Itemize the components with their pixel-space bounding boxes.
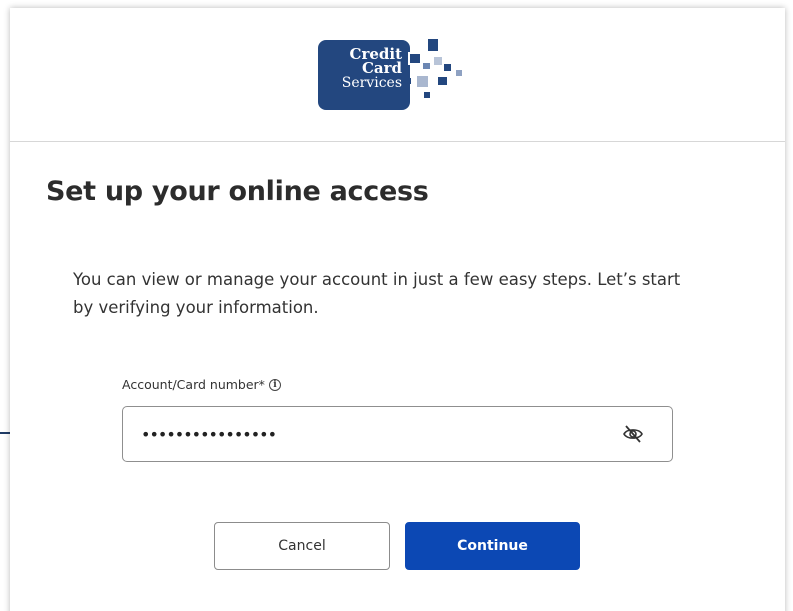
logo-square (456, 70, 462, 76)
eye-slash-icon[interactable] (622, 424, 644, 444)
page-title: Set up your online access (46, 176, 429, 207)
logo-square (422, 90, 432, 100)
logo-square (444, 64, 451, 71)
info-icon[interactable]: i (268, 378, 281, 391)
cancel-button[interactable]: Cancel (214, 522, 390, 570)
account-number-input[interactable] (141, 419, 601, 449)
account-number-field[interactable] (122, 406, 673, 462)
setup-card: Credit Card Services Set up your online … (10, 8, 785, 611)
credit-card-services-logo: Credit Card Services (318, 37, 478, 111)
logo-square (421, 61, 432, 71)
logo-line-services: Services (341, 75, 402, 91)
logo-square (405, 78, 411, 84)
logo-square (426, 37, 440, 53)
logo-square (415, 74, 430, 89)
account-number-label: Account/Card number* i (122, 377, 281, 392)
logo-line-card: Card (361, 59, 402, 77)
card-header: Credit Card Services (10, 8, 785, 142)
page-description: You can view or manage your account in j… (73, 270, 681, 317)
logo-box: Credit Card Services (318, 40, 410, 110)
logo-square (434, 57, 442, 65)
logo-square (408, 52, 422, 65)
continue-button[interactable]: Continue (405, 522, 580, 570)
logo-text: Credit Card Services (322, 47, 402, 91)
logo-square (436, 75, 449, 87)
account-number-label-text: Account/Card number* (122, 377, 265, 392)
